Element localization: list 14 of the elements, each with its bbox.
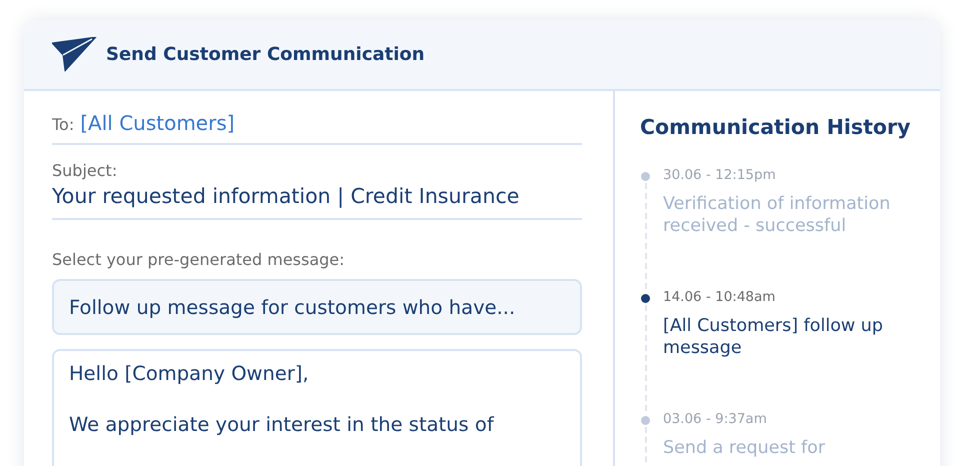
subject-label: Subject:: [52, 161, 118, 180]
recipient-link[interactable]: [All Customers]: [80, 111, 235, 135]
subject-field[interactable]: Your requested information | Credit Insurance: [52, 184, 582, 208]
template-label: Select your pre-generated message:: [52, 250, 345, 269]
to-label: To:: [52, 115, 74, 134]
history-title: Communication History: [640, 115, 912, 139]
history-date: 30.06 - 12:15pm: [663, 167, 777, 183]
message-field[interactable]: Hello [Company Owner], We appreciate your interest in the status of: [52, 349, 582, 466]
history-entry[interactable]: [All Customers] follow up message: [663, 315, 913, 359]
history-date: 03.06 - 9:37am: [663, 411, 768, 427]
window-title: Send Customer Communication: [106, 44, 425, 65]
history-date: 14.06 - 10:48am: [663, 289, 776, 305]
paper-plane-icon: [52, 36, 98, 72]
template-dropdown[interactable]: Follow up message for customers who have...: [52, 279, 582, 335]
